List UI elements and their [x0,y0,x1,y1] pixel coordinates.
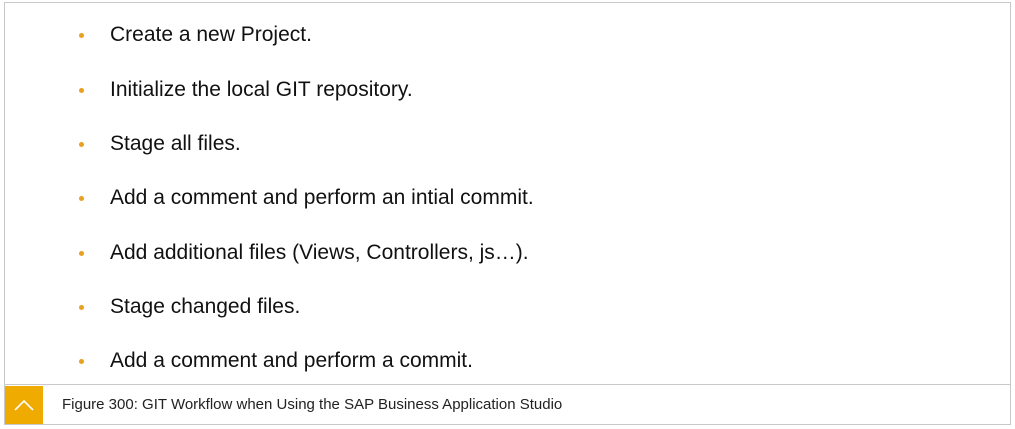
bullet-icon [79,87,84,93]
figure-caption: Figure 300: GIT Workflow when Using the … [62,396,563,413]
bullet-list: Create a new Project. Initialize the loc… [5,3,1010,384]
bullet-icon [79,250,84,256]
figure-caption-bar: Figure 300: GIT Workflow when Using the … [5,384,1010,424]
list-item-text: Add a comment and perform an intial comm… [110,186,534,209]
bullet-icon [79,358,84,364]
bullet-icon [79,32,84,38]
chevron-up-icon[interactable] [5,385,43,424]
figure-frame: Create a new Project. Initialize the loc… [4,2,1011,425]
list-item: Add a comment and perform a commit. [79,346,473,376]
list-item: Create a new Project. [79,20,312,50]
bullet-icon [79,304,84,310]
bullet-icon [79,195,84,201]
list-item: Add additional files (Views, Controllers… [79,238,529,268]
list-item-text: Initialize the local GIT repository. [110,78,413,101]
list-item-text: Add a comment and perform a commit. [110,349,473,372]
list-item: Stage changed files. [79,292,300,322]
list-item-text: Stage all files. [110,132,241,155]
bullet-icon [79,141,84,147]
list-item-text: Add additional files (Views, Controllers… [110,241,529,264]
list-item: Initialize the local GIT repository. [79,75,413,105]
list-item-text: Stage changed files. [110,295,301,318]
list-item: Add a comment and perform an intial comm… [79,183,534,213]
list-item: Stage all files. [79,129,241,159]
list-item-text: Create a new Project. [110,23,312,46]
